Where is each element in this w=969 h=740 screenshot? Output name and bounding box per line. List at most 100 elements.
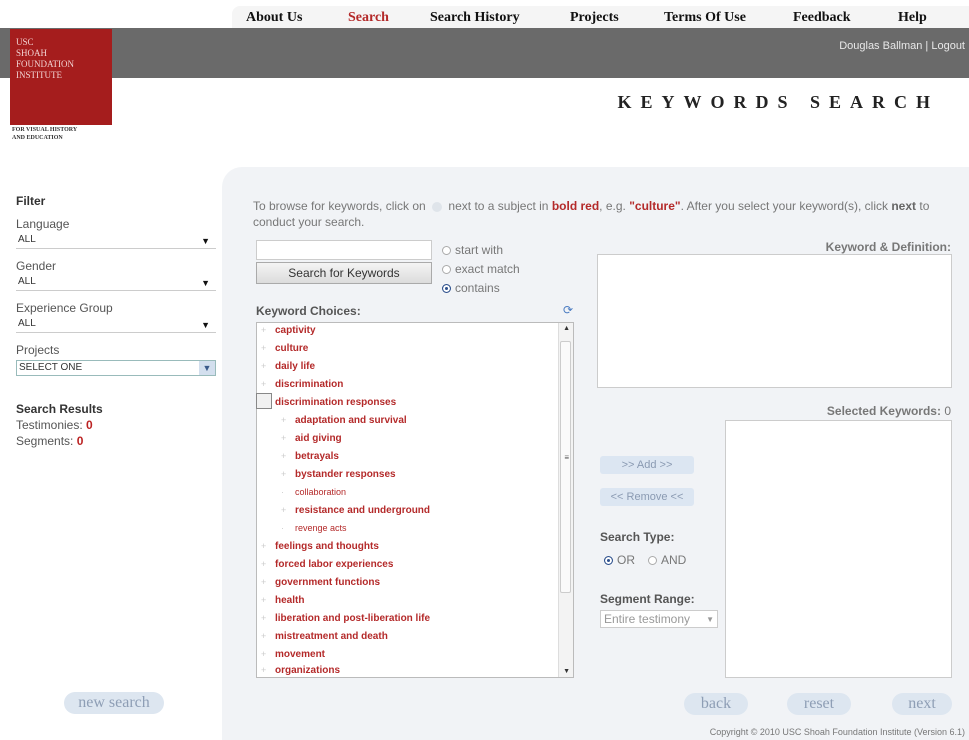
nav-about-us[interactable]: About Us bbox=[246, 10, 302, 26]
tree-item[interactable]: + forced labor experiences bbox=[261, 559, 393, 570]
tree-child-item[interactable]: + betrayals bbox=[281, 451, 339, 462]
mode-start-with-radio[interactable]: start with bbox=[442, 243, 503, 257]
nav-help[interactable]: Help bbox=[898, 10, 927, 26]
chevron-down-icon: ▼ bbox=[201, 236, 210, 246]
plus-icon: + bbox=[281, 451, 287, 461]
tagline-line: AND EDUCATION bbox=[12, 135, 63, 141]
tree-item-label: revenge acts bbox=[295, 523, 347, 533]
tree-item-label: collaboration bbox=[295, 487, 347, 497]
logout-link[interactable]: Logout bbox=[931, 40, 965, 52]
search-type-label: Search Type: bbox=[600, 530, 675, 544]
nav-search[interactable]: Search bbox=[348, 10, 389, 26]
refresh-icon[interactable]: ⟳ bbox=[563, 303, 573, 317]
tree-item[interactable]: + captivity bbox=[261, 325, 316, 336]
segment-range-value: Entire testimony bbox=[604, 612, 691, 626]
tree-item-label: aid giving bbox=[295, 433, 342, 444]
expand-icon bbox=[432, 201, 443, 212]
logo-line: INSTITUTE bbox=[16, 70, 62, 80]
tree-item[interactable]: + liberation and post-liberation life bbox=[261, 613, 430, 624]
tree-item-expanded[interactable]: −discrimination responses bbox=[261, 397, 396, 408]
gender-select[interactable]: ALL ▼ bbox=[16, 275, 216, 291]
tree-item[interactable]: + mistreatment and death bbox=[261, 631, 388, 642]
plus-icon: + bbox=[261, 577, 267, 587]
experience-select[interactable]: ALL ▼ bbox=[16, 317, 216, 333]
tree-scrollbar-thumb[interactable] bbox=[560, 341, 571, 593]
projects-label: Projects bbox=[16, 343, 60, 357]
next-button[interactable]: next bbox=[892, 693, 952, 715]
logo[interactable]: USC SHOAH FOUNDATION INSTITUTE bbox=[10, 29, 112, 125]
chevron-down-icon: ▼ bbox=[201, 278, 210, 288]
grip-icon: ≡ bbox=[564, 453, 569, 462]
tree-item[interactable]: + discrimination bbox=[261, 379, 343, 390]
language-label: Language bbox=[16, 217, 70, 231]
keyword-search-input[interactable] bbox=[256, 240, 432, 260]
definition-label: Keyword & Definition: bbox=[825, 240, 951, 254]
nav-projects[interactable]: Projects bbox=[570, 10, 619, 26]
tree-item-label: discrimination bbox=[275, 379, 344, 390]
selected-label-text: Selected Keywords: bbox=[826, 404, 941, 418]
tree-item-label: health bbox=[275, 595, 305, 606]
tree-child-item[interactable]: + resistance and underground bbox=[281, 505, 430, 516]
search-type-and-radio[interactable]: AND bbox=[648, 553, 686, 567]
tree-child-item[interactable]: + adaptation and survival bbox=[281, 415, 407, 426]
scroll-down-icon[interactable]: ▼ bbox=[563, 668, 570, 675]
tree-item[interactable]: + organizations bbox=[261, 665, 340, 676]
instr-text: , e.g. bbox=[599, 199, 626, 213]
tree-item[interactable]: + daily life bbox=[261, 361, 315, 372]
tree-item[interactable]: + movement bbox=[261, 649, 325, 660]
instr-text: To browse for keywords, click on bbox=[253, 199, 426, 213]
tree-item[interactable]: + health bbox=[261, 595, 304, 606]
nav-terms-of-use[interactable]: Terms Of Use bbox=[664, 10, 746, 26]
tree-item-label: feelings and thoughts bbox=[275, 541, 379, 552]
instr-text: next to a subject in bbox=[448, 199, 549, 213]
nav-feedback[interactable]: Feedback bbox=[793, 10, 851, 26]
segment-range-select[interactable]: Entire testimony ▼ bbox=[600, 610, 718, 628]
segments-count: Segments: 0 bbox=[16, 434, 83, 448]
definition-box bbox=[597, 254, 952, 388]
scroll-up-icon[interactable]: ▲ bbox=[563, 325, 570, 332]
reset-button[interactable]: reset bbox=[787, 693, 851, 715]
tree-child-item[interactable]: · revenge acts bbox=[281, 523, 347, 533]
radio-icon bbox=[648, 556, 657, 565]
plus-icon: + bbox=[261, 325, 267, 335]
tree-child-item[interactable]: + aid giving bbox=[281, 433, 342, 444]
tree-item[interactable]: + feelings and thoughts bbox=[261, 541, 379, 552]
instr-example: "culture" bbox=[629, 199, 681, 213]
selected-keywords-box[interactable] bbox=[725, 420, 952, 678]
add-button[interactable]: >> Add >> bbox=[600, 456, 694, 474]
tree-item[interactable]: + culture bbox=[261, 343, 308, 354]
remove-button[interactable]: << Remove << bbox=[600, 488, 694, 506]
tree-child-item[interactable]: + bystander responses bbox=[281, 469, 396, 480]
language-value: ALL bbox=[18, 234, 36, 245]
mode-contains-radio[interactable]: contains bbox=[442, 281, 500, 295]
gender-value: ALL bbox=[18, 276, 36, 287]
user-name[interactable]: Douglas Ballman bbox=[839, 40, 922, 52]
search-keywords-button[interactable]: Search for Keywords bbox=[256, 262, 432, 284]
chevron-down-icon: ▼ bbox=[706, 615, 714, 624]
tagline-line: FOR VISUAL HISTORY bbox=[12, 127, 78, 133]
tree-item[interactable]: + government functions bbox=[261, 577, 380, 588]
keyword-tree[interactable]: + captivity + culture + daily life + discrim… bbox=[256, 322, 574, 678]
chevron-down-icon: ▼ bbox=[201, 320, 210, 330]
nav-search-history[interactable]: Search History bbox=[430, 10, 520, 26]
language-select[interactable]: ALL ▼ bbox=[16, 233, 216, 249]
mode-exact-match-radio[interactable]: exact match bbox=[442, 262, 520, 276]
plus-icon: + bbox=[281, 433, 287, 443]
back-button[interactable]: back bbox=[684, 693, 748, 715]
tree-item-label: organizations bbox=[275, 665, 341, 676]
projects-select[interactable]: SELECT ONE ▼ bbox=[16, 360, 216, 376]
top-nav: About Us Search Search History Projects … bbox=[232, 6, 969, 28]
plus-icon: + bbox=[261, 361, 267, 371]
keyword-choices-title: Keyword Choices: bbox=[256, 304, 361, 318]
plus-icon: + bbox=[261, 595, 267, 605]
gender-label: Gender bbox=[16, 259, 57, 273]
plus-icon: + bbox=[281, 505, 287, 515]
segment-range-label: Segment Range: bbox=[600, 592, 695, 606]
expander-box[interactable] bbox=[256, 393, 272, 409]
radio-label: start with bbox=[455, 243, 504, 257]
tree-child-item[interactable]: · collaboration bbox=[281, 487, 346, 497]
new-search-button[interactable]: new search bbox=[64, 692, 164, 714]
search-type-or-radio[interactable]: OR bbox=[604, 553, 635, 567]
plus-icon: + bbox=[281, 469, 287, 479]
tree-item-label: adaptation and survival bbox=[295, 415, 407, 426]
